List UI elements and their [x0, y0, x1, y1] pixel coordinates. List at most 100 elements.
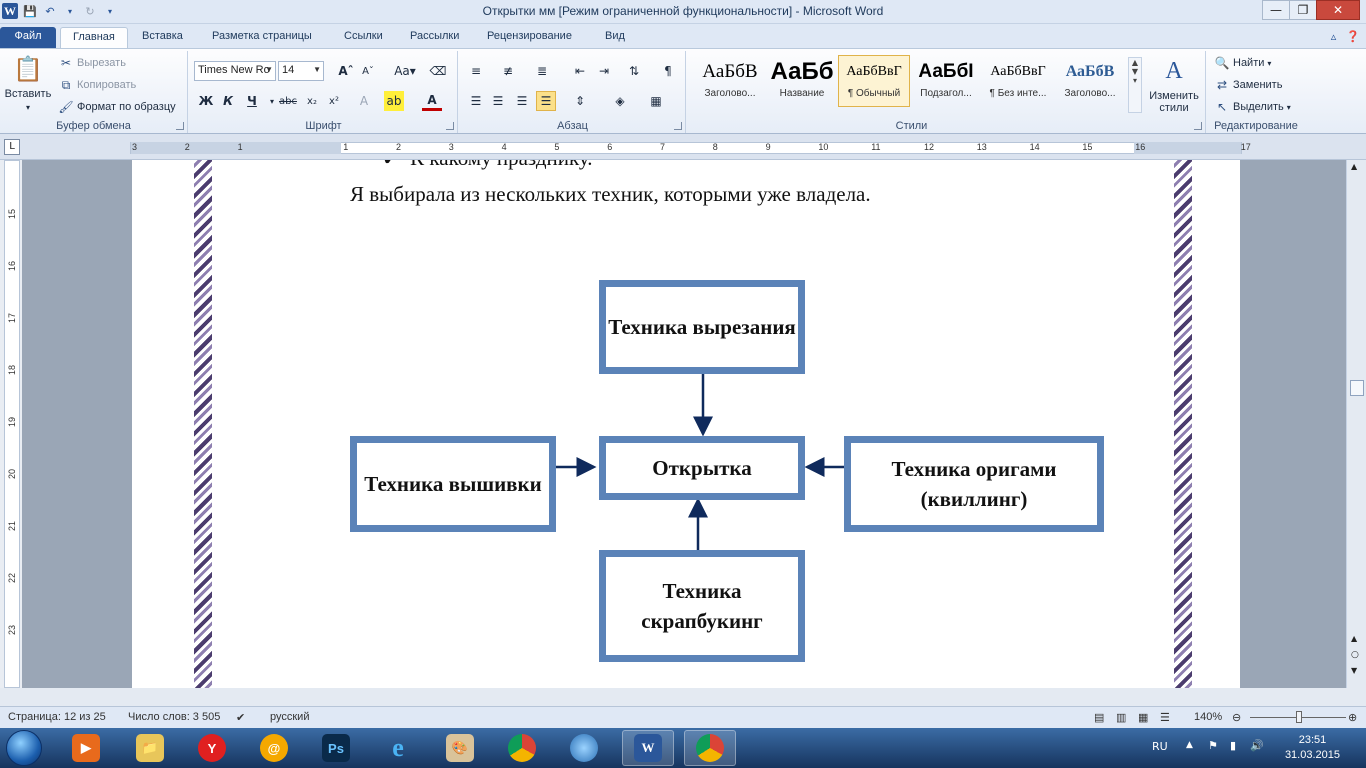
maximize-button[interactable]: ❐: [1289, 0, 1317, 20]
style-normal[interactable]: АаБбВвГ ¶ Обычный: [838, 55, 910, 107]
taskbar-chrome[interactable]: [496, 730, 548, 766]
minimize-button[interactable]: —: [1262, 0, 1290, 20]
font-name-combo[interactable]: Times New Ro ▼: [194, 61, 276, 81]
copy-button[interactable]: ⧉ Копировать: [58, 77, 137, 93]
start-button[interactable]: [6, 730, 42, 766]
vertical-scrollbar[interactable]: ▲ ▲ ○ ▼: [1346, 160, 1366, 688]
italic-icon[interactable]: К: [218, 91, 238, 111]
underline-icon[interactable]: Ч: [242, 91, 262, 111]
styles-launcher-icon[interactable]: [1194, 122, 1202, 130]
close-button[interactable]: ✕: [1316, 0, 1360, 20]
taskbar-mail-agent[interactable]: @: [248, 730, 300, 766]
taskbar-network-app[interactable]: [558, 730, 610, 766]
taskbar-internet-explorer[interactable]: e: [372, 730, 424, 766]
styles-gallery-scroll[interactable]: ▲ ▼ ▾: [1128, 57, 1142, 113]
superscript-icon[interactable]: x²: [324, 91, 344, 111]
taskbar-chrome-running[interactable]: [684, 730, 736, 766]
taskbar-yandex[interactable]: Y: [186, 730, 238, 766]
taskbar-media-player[interactable]: ▶: [60, 730, 112, 766]
vertical-ruler[interactable]: 15 16 17 18 19 20 21 22 23: [4, 160, 20, 688]
diagram-node-scrapbooking[interactable]: Техника скрапбукинг: [599, 550, 805, 662]
web-layout-view-icon[interactable]: ▦: [1138, 711, 1148, 724]
full-screen-view-icon[interactable]: ▥: [1116, 711, 1126, 724]
clipboard-launcher-icon[interactable]: [176, 122, 184, 130]
change-case-icon[interactable]: Aa▾: [390, 61, 420, 81]
grow-font-icon[interactable]: Aˆ: [336, 61, 356, 81]
minimize-ribbon-icon[interactable]: ▵: [1331, 30, 1337, 43]
tab-home[interactable]: Главная: [60, 27, 128, 48]
bold-icon[interactable]: Ж: [196, 91, 216, 111]
taskbar-photoshop[interactable]: Ps: [310, 730, 362, 766]
find-button[interactable]: 🔍 Найти ▾: [1214, 55, 1272, 71]
align-center-icon[interactable]: ☰: [488, 91, 508, 111]
input-language[interactable]: RU: [1152, 740, 1168, 753]
diagram-node-embroidery[interactable]: Техника вышивки: [350, 436, 556, 532]
bullets-icon[interactable]: ≡: [466, 61, 486, 81]
font-size-combo[interactable]: 14 ▼: [278, 61, 324, 81]
style-heading1[interactable]: АаБбВ Заголово...: [694, 55, 766, 107]
taskbar-explorer[interactable]: 📁: [124, 730, 176, 766]
style-heading2[interactable]: АаБбВ Заголово...: [1054, 55, 1126, 107]
tab-mailings[interactable]: Рассылки: [398, 27, 471, 48]
taskbar-word[interactable]: W: [622, 730, 674, 766]
subscript-icon[interactable]: x₂: [302, 91, 322, 111]
action-center-icon[interactable]: ⚑: [1208, 739, 1218, 752]
show-marks-icon[interactable]: ¶: [658, 61, 678, 81]
zoom-slider-thumb[interactable]: [1296, 711, 1302, 723]
zoom-out-icon[interactable]: ⊖: [1232, 711, 1241, 724]
tab-page-layout[interactable]: Разметка страницы: [200, 27, 324, 48]
zoom-in-icon[interactable]: ⊕: [1348, 711, 1357, 724]
text-effects-icon[interactable]: A: [354, 91, 374, 111]
clear-formatting-icon[interactable]: ⌫: [428, 61, 448, 81]
style-no-spacing[interactable]: АаБбВвГ ¶ Без инте...: [982, 55, 1054, 107]
font-launcher-icon[interactable]: [446, 122, 454, 130]
justify-icon[interactable]: ☰: [536, 91, 556, 111]
document-area[interactable]: ✔ К какому празднику. Я выбирала из неск…: [22, 160, 1346, 688]
style-subtitle[interactable]: АаБбІ Подзагол...: [910, 55, 982, 107]
increase-indent-icon[interactable]: ⇥: [594, 61, 614, 81]
multilevel-list-icon[interactable]: ≣: [532, 61, 552, 81]
align-left-icon[interactable]: ☰: [466, 91, 486, 111]
tab-view[interactable]: Вид: [593, 27, 637, 48]
paste-button[interactable]: 📋 Вставить ▾: [4, 53, 52, 113]
decrease-indent-icon[interactable]: ⇤: [570, 61, 590, 81]
tray-expand-icon[interactable]: ▲: [1186, 740, 1193, 750]
select-button[interactable]: ↖ Выделить ▾: [1214, 99, 1291, 115]
zoom-level[interactable]: 140%: [1194, 711, 1222, 723]
cut-button[interactable]: ✂ Вырезать: [58, 55, 126, 71]
diagram-node-postcard[interactable]: Открытка: [599, 436, 805, 500]
tab-references[interactable]: Ссылки: [332, 27, 395, 48]
next-page-icon[interactable]: ▼: [1351, 666, 1357, 675]
browse-object-icon[interactable]: ○: [1351, 650, 1359, 660]
borders-icon[interactable]: ▦: [646, 91, 666, 111]
tab-review[interactable]: Рецензирование: [475, 27, 584, 48]
font-color-icon[interactable]: A: [422, 91, 442, 111]
diagram-node-cutting[interactable]: Техника вырезания: [599, 280, 805, 374]
shading-icon[interactable]: ◈: [610, 91, 630, 111]
page-counter[interactable]: Страница: 12 из 25: [8, 711, 106, 723]
outline-view-icon[interactable]: ☰: [1160, 711, 1170, 724]
scrollbar-thumb[interactable]: [1350, 380, 1364, 396]
line-spacing-icon[interactable]: ⇕: [570, 91, 590, 111]
replace-button[interactable]: ⇄ Заменить: [1214, 77, 1282, 93]
document-page[interactable]: ✔ К какому празднику. Я выбирала из неск…: [132, 160, 1240, 688]
change-styles-button[interactable]: A Изменить стили: [1146, 55, 1202, 114]
volume-icon[interactable]: 🔊: [1250, 739, 1264, 752]
print-layout-view-icon[interactable]: ▤: [1094, 711, 1104, 724]
help-icon[interactable]: ❓: [1346, 30, 1360, 43]
previous-page-icon[interactable]: ▲: [1351, 634, 1357, 643]
language-indicator[interactable]: русский: [270, 711, 309, 723]
taskbar-paint[interactable]: 🎨: [434, 730, 486, 766]
proofing-icon[interactable]: ✔: [236, 711, 245, 724]
align-right-icon[interactable]: ☰: [512, 91, 532, 111]
diagram-node-origami[interactable]: Техника оригами (квиллинг): [844, 436, 1104, 532]
clock[interactable]: 23:51 31.03.2015: [1285, 733, 1340, 763]
format-painter-button[interactable]: 🖌 Формат по образцу: [58, 99, 175, 115]
battery-icon[interactable]: ▮: [1230, 739, 1236, 752]
tab-insert[interactable]: Вставка: [130, 27, 195, 48]
word-count[interactable]: Число слов: 3 505: [128, 711, 220, 723]
sort-icon[interactable]: ⇅: [624, 61, 644, 81]
numbering-icon[interactable]: ≢: [498, 61, 518, 81]
tab-file[interactable]: Файл: [0, 27, 56, 48]
highlight-icon[interactable]: ab: [384, 91, 404, 111]
